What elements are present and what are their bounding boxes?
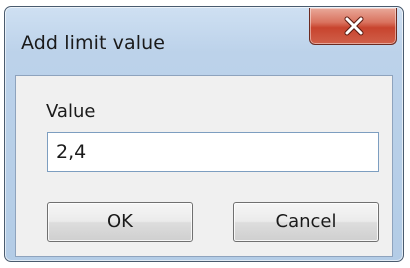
cancel-button[interactable]: Cancel <box>233 202 379 242</box>
close-icon <box>344 16 364 36</box>
dialog-title: Add limit value <box>21 32 166 54</box>
title-bar[interactable]: Add limit value <box>5 7 403 75</box>
dialog-body: Value OK Cancel <box>15 75 393 257</box>
close-button[interactable] <box>309 8 397 45</box>
value-label: Value <box>46 101 96 122</box>
ok-button[interactable]: OK <box>47 202 193 242</box>
value-input[interactable] <box>47 132 379 172</box>
dialog-window: Add limit value Value OK Cancel <box>4 6 404 262</box>
